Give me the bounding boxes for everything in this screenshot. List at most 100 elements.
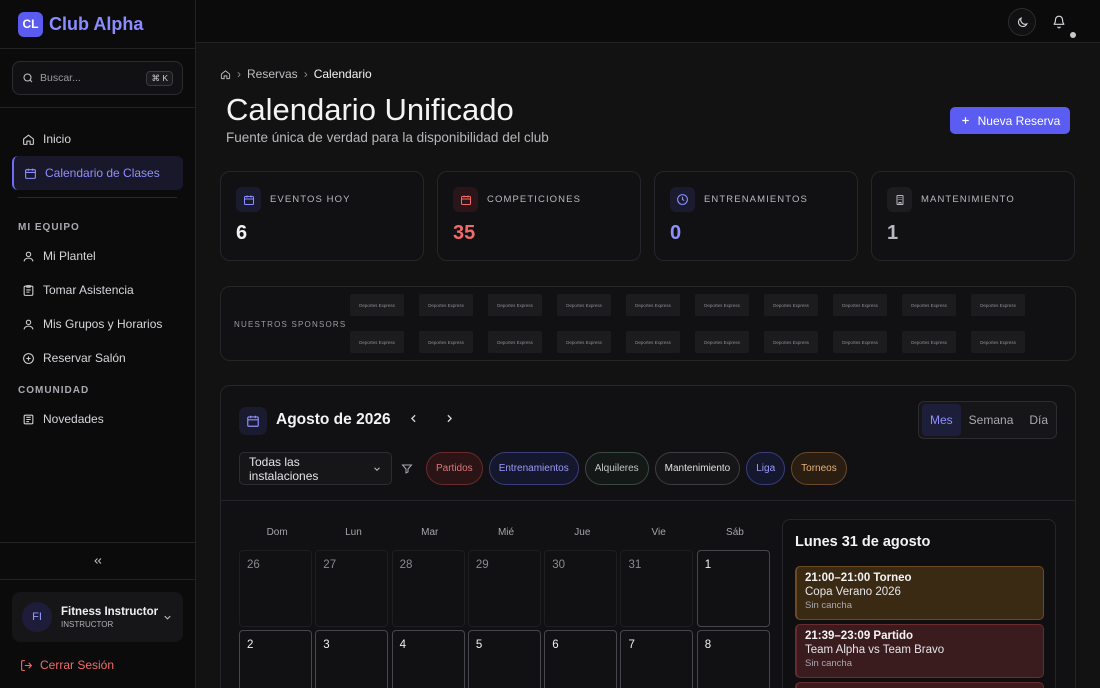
facility-select[interactable]: Todas las instalaciones xyxy=(239,452,392,485)
view-month-button[interactable]: Mes xyxy=(922,404,961,436)
sponsor-logo[interactable]: Deportes Express xyxy=(488,331,542,353)
avatar: FI xyxy=(22,602,52,632)
stat-value: 35 xyxy=(453,222,476,244)
building-icon xyxy=(887,187,912,212)
search-input[interactable]: Buscar... ⌘ K xyxy=(12,61,183,95)
chevron-left-icon xyxy=(410,414,416,423)
user-icon xyxy=(23,251,34,261)
filter-chip-alquileres[interactable]: Alquileres xyxy=(584,452,649,485)
breadcrumb-item[interactable]: Reservas xyxy=(247,67,298,81)
day-cell[interactable]: 28 xyxy=(391,550,465,627)
filter-chip-torneos[interactable]: Torneos xyxy=(791,452,847,485)
sidebar-item-label: Reservar Salón xyxy=(43,351,126,365)
sidebar-item-novedades[interactable]: Novedades xyxy=(12,402,183,436)
day-cell[interactable]: 4 xyxy=(391,630,465,688)
event-location: Sin cancha xyxy=(805,658,853,669)
breadcrumb-current: Calendario xyxy=(313,67,372,81)
newspaper-icon xyxy=(23,414,34,424)
day-cell[interactable]: 3 xyxy=(315,630,389,688)
stat-card-entrenamientos: ENTRENAMIENTOS 0 xyxy=(654,171,858,261)
sponsor-logo[interactable]: Deportes Express xyxy=(419,331,473,353)
chevron-down-icon xyxy=(164,615,171,620)
day-cell[interactable]: 1 xyxy=(696,550,770,627)
sidebar-item-inicio[interactable]: Inicio xyxy=(12,122,183,156)
sponsor-logo[interactable]: Deportes Express xyxy=(764,331,818,353)
stat-card-eventos-hoy: EVENTOS HOY 6 xyxy=(220,171,424,261)
filter-chip-partidos[interactable]: Partidos xyxy=(426,452,483,485)
sidebar-item-calendario[interactable]: Calendario de Clases xyxy=(12,156,183,190)
sponsor-logo[interactable]: Deportes Express xyxy=(833,294,887,316)
day-event-item[interactable]: 21:00–21:00 Torneo Copa Verano 2026 Sin ca… xyxy=(795,566,1044,620)
moon-icon xyxy=(1017,16,1028,27)
stat-card-competiciones: COMPETICIONES 35 xyxy=(437,171,641,261)
day-cell[interactable]: 30 xyxy=(544,550,618,627)
stat-label: COMPETICIONES xyxy=(487,194,582,205)
weekday-label: Mié xyxy=(497,527,515,538)
day-event-item[interactable] xyxy=(795,682,1044,688)
day-cell[interactable]: 2 xyxy=(239,630,312,688)
filter-chip-mantenimiento[interactable]: Mantenimiento xyxy=(654,452,741,485)
sponsor-logo[interactable]: Deportes Express xyxy=(626,294,680,316)
new-booking-label: Nueva Reserva xyxy=(977,113,1061,128)
sponsor-logo[interactable]: Deportes Express xyxy=(971,294,1025,316)
sidebar-item-mi-plantel[interactable]: Mi Plantel xyxy=(12,239,183,273)
sidebar-item-tomar-asistencia[interactable]: Tomar Asistencia xyxy=(12,273,183,307)
stat-label: EVENTOS HOY xyxy=(270,194,351,205)
logout-icon xyxy=(21,659,33,671)
view-toggle: Mes Semana Día xyxy=(918,401,1057,439)
day-cell[interactable]: 31 xyxy=(620,550,694,627)
stat-label: MANTENIMIENTO xyxy=(921,194,1015,205)
day-cell[interactable]: 27 xyxy=(315,550,389,627)
sponsor-logo[interactable]: Deportes Express xyxy=(557,331,611,353)
main-content: › Reservas › Calendario Calendario Unifi… xyxy=(196,43,1100,688)
sidebar-item-mis-grupos[interactable]: Mis Grupos y Horarios xyxy=(12,307,183,341)
prev-month-button[interactable] xyxy=(407,412,420,430)
view-day-button[interactable]: Día xyxy=(1021,404,1056,436)
event-title: Team Alpha vs Team Bravo xyxy=(805,644,945,656)
collapse-sidebar-button[interactable] xyxy=(0,542,195,580)
day-cell[interactable]: 8 xyxy=(696,630,770,688)
filter-chip-liga[interactable]: Liga xyxy=(746,452,786,485)
day-event-item[interactable]: 21:39–23:09 Partido Team Alpha vs Team Br… xyxy=(795,624,1044,678)
sponsor-logo[interactable]: Deportes Express xyxy=(902,331,956,353)
filter-chip-entrenamientos[interactable]: Entrenamientos xyxy=(488,452,579,485)
sponsor-logo[interactable]: Deportes Express xyxy=(902,294,956,316)
month-grid: 26 27 28 29 30 31 1 2 3 4 5 6 7 8 xyxy=(239,550,770,688)
day-cell[interactable]: 7 xyxy=(620,630,694,688)
sponsor-logo[interactable]: Deportes Express xyxy=(695,294,749,316)
event-time: 21:39–23:09 Partido xyxy=(805,630,914,642)
sidebar-item-reservar-salon[interactable]: Reservar Salón xyxy=(12,341,183,375)
day-panel-title: Lunes 31 de agosto xyxy=(795,534,931,550)
day-cell[interactable]: 6 xyxy=(544,630,618,688)
home-icon[interactable] xyxy=(220,69,231,80)
day-cell[interactable]: 29 xyxy=(467,550,541,627)
sponsor-logo[interactable]: Deportes Express xyxy=(350,294,404,316)
sponsor-logo[interactable]: Deportes Express xyxy=(488,294,542,316)
sponsor-logo[interactable]: Deportes Express xyxy=(350,331,404,353)
stat-value: 6 xyxy=(236,222,248,244)
sponsor-logo[interactable]: Deportes Express xyxy=(626,331,680,353)
topbar xyxy=(196,0,1100,43)
next-month-button[interactable] xyxy=(443,412,456,430)
theme-toggle-button[interactable] xyxy=(1008,8,1036,36)
sidebar-item-label: Mi Plantel xyxy=(43,249,96,263)
view-week-button[interactable]: Semana xyxy=(961,404,1022,436)
day-cell[interactable]: 5 xyxy=(467,630,541,688)
sponsor-logo[interactable]: Deportes Express xyxy=(833,331,887,353)
day-cell[interactable]: 26 xyxy=(239,550,312,627)
new-booking-button[interactable]: Nueva Reserva xyxy=(950,107,1070,134)
sponsor-logo[interactable]: Deportes Express xyxy=(557,294,611,316)
sponsor-logo[interactable]: Deportes Express xyxy=(764,294,818,316)
sponsor-logo[interactable]: Deportes Express xyxy=(419,294,473,316)
sponsors-label: NUESTROS SPONSORS xyxy=(234,320,347,329)
brand[interactable]: CL Club Alpha xyxy=(0,0,195,49)
event-time: 21:00–21:00 Torneo xyxy=(805,572,912,584)
sponsor-logo[interactable]: Deportes Express xyxy=(695,331,749,353)
logout-button[interactable]: Cerrar Sesión xyxy=(0,642,195,688)
search-container: Buscar... ⌘ K xyxy=(0,49,195,108)
user-menu[interactable]: FI Fitness Instructor INSTRUCTOR xyxy=(12,592,183,642)
sidebar-nav: Inicio Calendario de Clases MI EQUIPO Mi… xyxy=(0,108,195,436)
weekday-header: Dom Lun Mar Mié Jue Vie Sáb xyxy=(239,527,773,538)
sponsor-logo[interactable]: Deportes Express xyxy=(971,331,1025,353)
notifications-button[interactable] xyxy=(1045,8,1073,36)
